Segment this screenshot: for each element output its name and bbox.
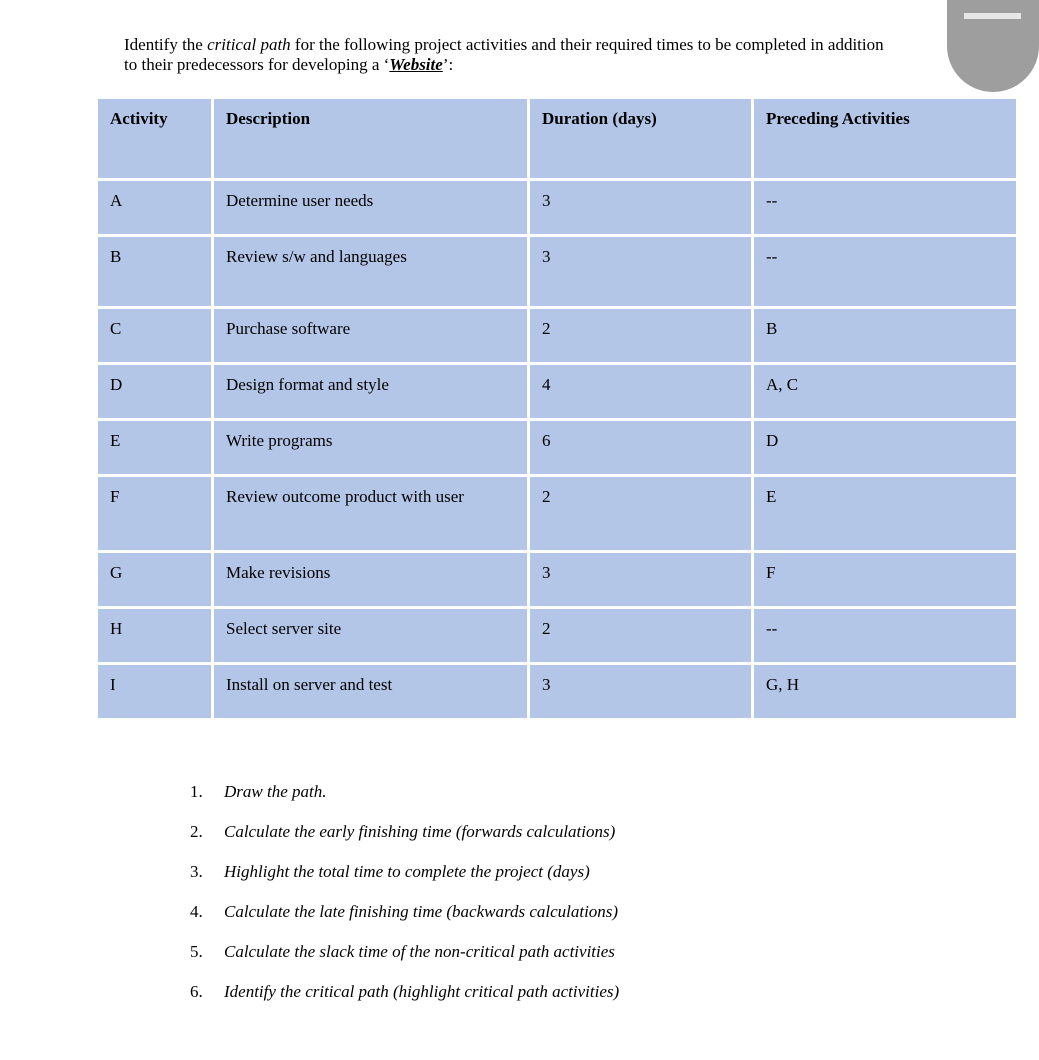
cell-duration: 2 bbox=[530, 609, 751, 662]
intro-critical-path: critical path bbox=[207, 35, 291, 54]
cell-preceding: F bbox=[754, 553, 1016, 606]
cell-activity: F bbox=[98, 477, 211, 550]
cell-preceding: G, H bbox=[754, 665, 1016, 718]
table-row: A Determine user needs 3 -- bbox=[98, 181, 1016, 234]
cell-description: Write programs bbox=[214, 421, 527, 474]
header-duration: Duration (days) bbox=[530, 99, 751, 178]
task-text: Calculate the slack time of the non-crit… bbox=[224, 942, 615, 961]
task-text: Highlight the total time to complete the… bbox=[224, 862, 590, 881]
cell-preceding: A, C bbox=[754, 365, 1016, 418]
task-item: 2. Calculate the early finishing time (fo… bbox=[190, 822, 619, 862]
intro-text-3: ’: bbox=[442, 55, 454, 74]
cell-duration: 6 bbox=[530, 421, 751, 474]
cell-description: Install on server and test bbox=[214, 665, 527, 718]
cell-duration: 3 bbox=[530, 237, 751, 306]
cell-description: Review s/w and languages bbox=[214, 237, 527, 306]
cell-preceding: D bbox=[754, 421, 1016, 474]
cell-description: Purchase software bbox=[214, 309, 527, 362]
cell-description: Determine user needs bbox=[214, 181, 527, 234]
table-row: I Install on server and test 3 G, H bbox=[98, 665, 1016, 718]
table-row: F Review outcome product with user 2 E bbox=[98, 477, 1016, 550]
cell-activity: I bbox=[98, 665, 211, 718]
activities-table: Activity Description Duration (days) Pre… bbox=[95, 96, 1019, 721]
collapse-handle[interactable] bbox=[947, 0, 1039, 92]
intro-project-name: Website bbox=[389, 55, 443, 74]
cell-activity: A bbox=[98, 181, 211, 234]
table-row: D Design format and style 4 A, C bbox=[98, 365, 1016, 418]
task-number: 6. bbox=[190, 982, 203, 1001]
cell-duration: 3 bbox=[530, 665, 751, 718]
cell-duration: 4 bbox=[530, 365, 751, 418]
task-item: 6. Identify the critical path (highlight … bbox=[190, 982, 619, 1022]
table-row: C Purchase software 2 B bbox=[98, 309, 1016, 362]
task-item: 3. Highlight the total time to complete t… bbox=[190, 862, 619, 902]
cell-duration: 2 bbox=[530, 477, 751, 550]
cell-duration: 3 bbox=[530, 181, 751, 234]
task-item: 4. Calculate the late finishing time (bac… bbox=[190, 902, 619, 942]
header-preceding: Preceding Activities bbox=[754, 99, 1016, 178]
cell-activity: G bbox=[98, 553, 211, 606]
table-header-row: Activity Description Duration (days) Pre… bbox=[98, 99, 1016, 178]
task-list: 1. Draw the path. 2. Calculate the early f… bbox=[190, 782, 619, 1022]
cell-activity: C bbox=[98, 309, 211, 362]
header-activity: Activity bbox=[98, 99, 211, 178]
cell-activity: B bbox=[98, 237, 211, 306]
cell-preceding: E bbox=[754, 477, 1016, 550]
cell-duration: 2 bbox=[530, 309, 751, 362]
table-row: H Select server site 2 -- bbox=[98, 609, 1016, 662]
task-item: 5. Calculate the slack time of the non-cr… bbox=[190, 942, 619, 982]
task-number: 1. bbox=[190, 782, 203, 801]
table-row: E Write programs 6 D bbox=[98, 421, 1016, 474]
cell-activity: E bbox=[98, 421, 211, 474]
intro-paragraph: Identify the critical path for the follo… bbox=[124, 35, 884, 75]
cell-description: Design format and style bbox=[214, 365, 527, 418]
table-row: G Make revisions 3 F bbox=[98, 553, 1016, 606]
task-text: Draw the path. bbox=[224, 782, 327, 801]
minimize-icon bbox=[964, 13, 1021, 19]
cell-preceding: -- bbox=[754, 609, 1016, 662]
cell-description: Make revisions bbox=[214, 553, 527, 606]
intro-text-1: Identify the bbox=[124, 35, 208, 54]
task-number: 2. bbox=[190, 822, 203, 841]
task-text: Calculate the early finishing time (forw… bbox=[224, 822, 616, 841]
cell-preceding: -- bbox=[754, 237, 1016, 306]
cell-activity: H bbox=[98, 609, 211, 662]
header-description: Description bbox=[214, 99, 527, 178]
cell-description: Select server site bbox=[214, 609, 527, 662]
task-number: 5. bbox=[190, 942, 203, 961]
task-text: Calculate the late finishing time (backw… bbox=[224, 902, 619, 921]
task-item: 1. Draw the path. bbox=[190, 782, 619, 822]
table-row: B Review s/w and languages 3 -- bbox=[98, 237, 1016, 306]
cell-duration: 3 bbox=[530, 553, 751, 606]
task-number: 3. bbox=[190, 862, 203, 881]
task-number: 4. bbox=[190, 902, 203, 921]
cell-preceding: -- bbox=[754, 181, 1016, 234]
cell-activity: D bbox=[98, 365, 211, 418]
cell-preceding: B bbox=[754, 309, 1016, 362]
cell-description: Review outcome product with user bbox=[214, 477, 527, 550]
task-text: Identify the critical path (highlight cr… bbox=[224, 982, 620, 1001]
